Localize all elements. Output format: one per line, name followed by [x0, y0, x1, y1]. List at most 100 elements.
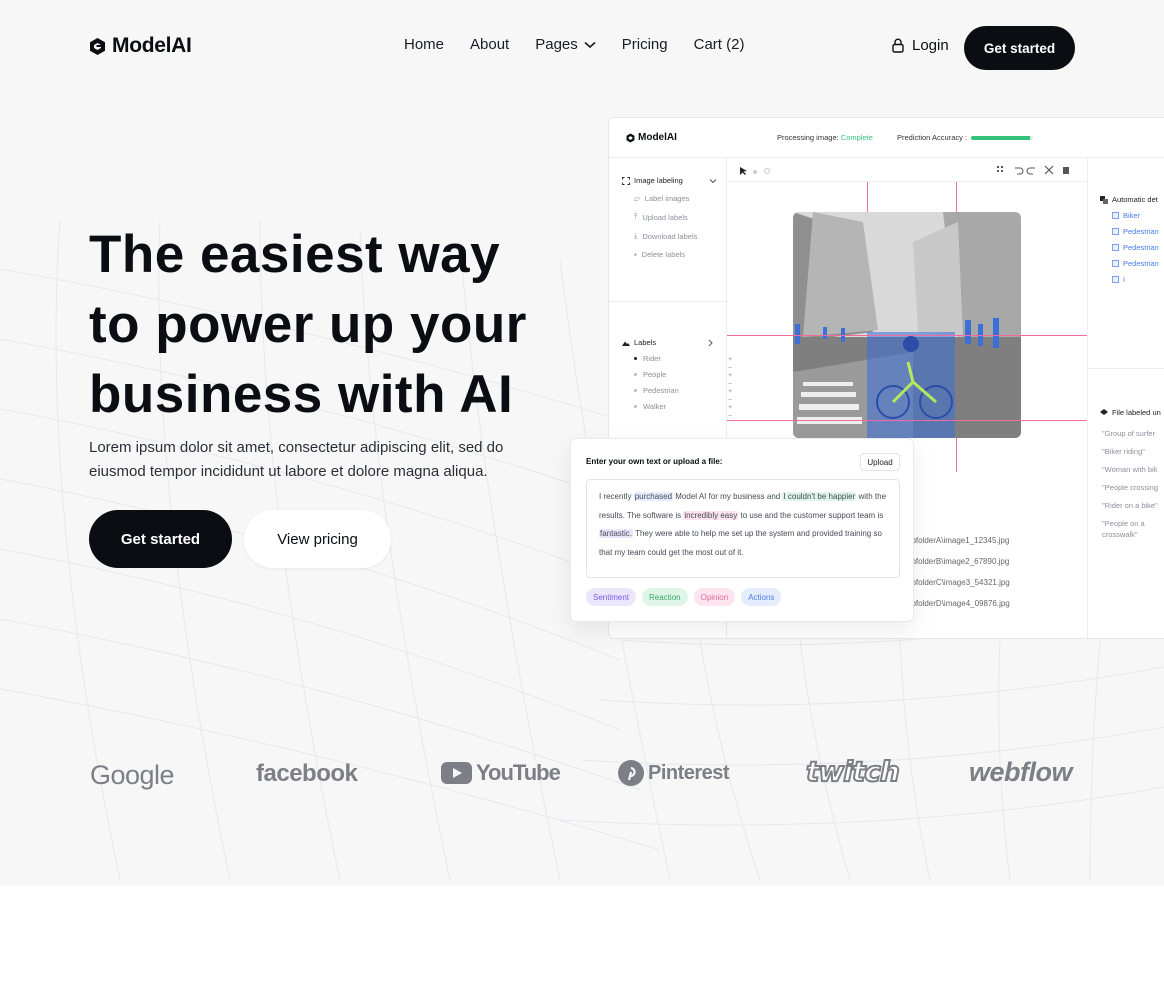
brand-name: ModelAI	[112, 34, 192, 57]
webflow-logo: webflow	[969, 757, 1073, 787]
tag-opinion[interactable]: Opinion	[693, 588, 736, 606]
detect-item[interactable]: Pedestrian	[1112, 243, 1159, 252]
detect-item[interactable]: I	[1112, 275, 1125, 284]
cursor-tools-icon[interactable]	[739, 166, 779, 176]
label-row-rider[interactable]: Rider + −	[634, 354, 732, 372]
labels-section: Labels Rider + − People + − Pedestrian + − …	[622, 338, 732, 420]
youtube-logo: YouTube	[441, 760, 561, 786]
tag-actions[interactable]: Actions	[741, 588, 782, 606]
app-header: ModelAI Processing image: Complete Predi…	[609, 118, 1164, 158]
trash-icon: ▪	[634, 250, 637, 259]
detect-item[interactable]: Biker	[1112, 211, 1140, 220]
label-quote: "Rider on a bike"	[1102, 501, 1158, 510]
highlighted-phrase: I couldn't be happier	[782, 492, 857, 501]
bullet	[634, 357, 637, 360]
processing-status: Processing image: Complete	[777, 133, 873, 142]
highlighted-phrase: purchased	[633, 492, 674, 501]
bullet	[634, 405, 637, 408]
detect-item[interactable]: Pedestrian	[1112, 227, 1159, 236]
text-segment: I recently	[599, 492, 634, 501]
pinterest-logo: Pinterest	[618, 760, 730, 786]
label-row-walker[interactable]: Walker + −	[634, 402, 732, 420]
label-name: People	[643, 370, 667, 379]
upload-button[interactable]: Upload	[860, 453, 900, 471]
sidebar-divider	[609, 301, 727, 302]
highlighted-phrase: fantastic.	[599, 529, 634, 538]
chevron-right-icon	[708, 339, 713, 346]
sidebar-item-upload-labels[interactable]: ⤒ Upload labels	[634, 212, 717, 222]
view-pricing-button[interactable]: View pricing	[244, 510, 391, 568]
detect-label: Biker	[1123, 211, 1141, 220]
hero-headline: The easiest way to power up your busines…	[89, 220, 569, 430]
right-panel-divider	[1088, 368, 1164, 369]
processing-value: Complete	[840, 133, 873, 142]
detect-label: Pedestrian	[1123, 243, 1159, 252]
label-name: Rider	[643, 354, 661, 363]
file-item[interactable]: ubfolderD\image4_09876.jpg	[907, 593, 1010, 614]
analysis-tags: Sentiment Reaction Opinion Actions	[586, 588, 782, 606]
login-link[interactable]: Login	[892, 37, 949, 54]
file-item[interactable]: ubfolderB\image2_67890.jpg	[907, 551, 1010, 572]
labels-title: Labels	[634, 338, 657, 347]
detect-item[interactable]: Pedestrian	[1112, 259, 1159, 268]
nav-cart[interactable]: Cart (2)	[694, 36, 745, 53]
guide-line-horizontal	[727, 420, 1087, 421]
checkbox-icon	[1112, 276, 1119, 283]
sidebar-item-label-images[interactable]: ▱ Label images	[634, 194, 717, 203]
chevron-down-icon	[584, 41, 596, 48]
top-navigation: ModelAI Home About Pages Pricing Cart (2…	[0, 0, 1164, 94]
labels-header[interactable]: Labels	[622, 338, 722, 347]
label-quote: "Biker riding"	[1102, 447, 1145, 456]
hero-get-started-button[interactable]: Get started	[89, 510, 232, 568]
sidebar-item-label: Upload labels	[642, 212, 688, 222]
label-quote: "People crossing	[1102, 483, 1159, 492]
pinterest-text: Pinterest	[648, 761, 730, 784]
sidebar-item-delete-labels[interactable]: ▪ Delete labels	[634, 250, 717, 259]
label-quote: "Woman with bik	[1102, 465, 1158, 474]
accuracy-bar	[971, 135, 1034, 140]
section-title: Image labeling	[634, 176, 683, 185]
file-labeled-header: File labeled un	[1100, 408, 1161, 417]
headline-line-1: The easiest way	[89, 225, 501, 284]
brand-logo[interactable]: ModelAI	[89, 34, 192, 58]
street-scene-image	[793, 212, 1021, 438]
tag-sentiment[interactable]: Sentiment	[586, 588, 637, 606]
text-input-area[interactable]: I recently purchased Model AI for my bus…	[586, 479, 900, 578]
nav-pricing[interactable]: Pricing	[622, 36, 668, 53]
sidebar-item-label: Label images	[644, 194, 690, 203]
partner-logos: Google facebook YouTube Pinterest twitch…	[0, 754, 1164, 800]
sidebar-item-download-labels[interactable]: ⤓ Download labels	[634, 231, 717, 241]
label-name: Pedestrian	[643, 386, 679, 395]
label-quote: "Group of surfer	[1102, 429, 1156, 438]
label-quote: "People on a crosswalk"	[1102, 519, 1145, 539]
frame-icon	[622, 176, 630, 185]
nav-home[interactable]: Home	[404, 36, 444, 53]
hero-subtext: Lorem ipsum dolor sit amet, consectetur …	[89, 439, 504, 480]
processing-label: Processing image:	[777, 133, 839, 142]
label-name: Walker	[643, 402, 667, 411]
bullet	[634, 389, 637, 392]
image-labeling-header[interactable]: Image labeling	[622, 176, 717, 185]
prediction-accuracy: Prediction Accuracy :	[897, 133, 1034, 142]
checkbox-icon	[1112, 228, 1119, 235]
facebook-logo: facebook	[256, 760, 358, 787]
detect-title: Automatic det	[1112, 195, 1158, 204]
nav-about[interactable]: About	[470, 36, 509, 53]
edit-tools-icon[interactable]	[997, 165, 1073, 175]
nav-pages[interactable]: Pages	[535, 36, 596, 53]
nav-get-started-button[interactable]: Get started	[964, 26, 1075, 70]
sidebar-item-label: Download labels	[642, 231, 698, 241]
download-icon: ⤓	[634, 231, 638, 240]
files-title: File labeled un	[1112, 408, 1161, 417]
upload-icon: ⤒	[634, 212, 638, 221]
layers-icon	[1100, 195, 1108, 204]
label-row-pedestrian[interactable]: Pedestrian + −	[634, 386, 732, 404]
text-card-title: Enter your own text or upload a file:	[586, 457, 723, 466]
play-icon	[441, 762, 472, 784]
file-item[interactable]: ubfolderA\image1_12345.jpg	[907, 530, 1010, 551]
accuracy-label: Prediction Accuracy :	[897, 133, 968, 142]
file-item[interactable]: ubfolderC\image3_54321.jpg	[907, 572, 1010, 593]
label-row-people[interactable]: People + −	[634, 370, 732, 388]
tag-icon: ▱	[634, 194, 640, 203]
tag-reaction[interactable]: Reaction	[642, 588, 688, 606]
